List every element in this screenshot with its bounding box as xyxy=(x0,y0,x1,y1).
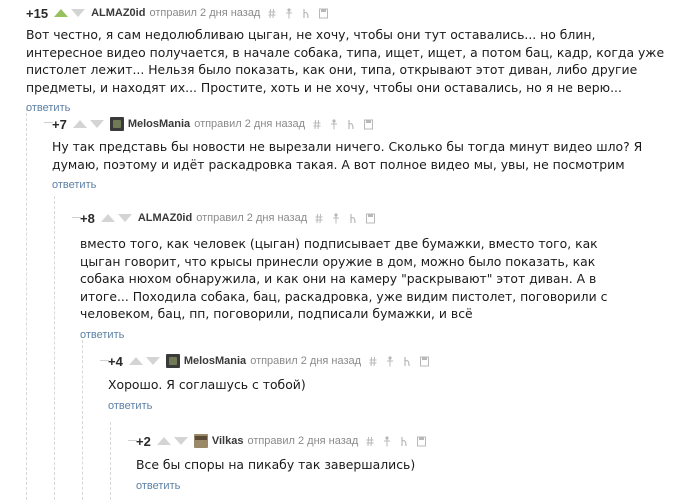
vote-down-icon[interactable] xyxy=(145,357,160,365)
pin-icon[interactable] xyxy=(383,435,391,447)
comment: +8 ALMAZ0id отправил 2 дня назад вместо … xyxy=(80,207,640,342)
reply-link[interactable]: ответить xyxy=(52,179,96,191)
pin-icon[interactable] xyxy=(330,118,338,130)
comment-header: +15 ALMAZ0id отправил 2 дня назад xyxy=(26,2,666,24)
hash-icon[interactable] xyxy=(313,119,321,130)
comment: +4 MelosMania отправил 2 дня назад Хорош… xyxy=(108,350,648,413)
comment: +15 ALMAZ0id отправил 2 дня назад Вот че… xyxy=(26,2,666,115)
hash-icon[interactable] xyxy=(369,356,377,367)
vote-up-icon[interactable] xyxy=(72,120,87,128)
avatar[interactable] xyxy=(193,434,208,448)
comment-timestamp: отправил 2 дня назад xyxy=(196,212,308,224)
comment-text: вместо того, как человек (цыган) подписы… xyxy=(80,236,608,321)
share-icon[interactable] xyxy=(400,436,408,447)
vote-down-icon[interactable] xyxy=(117,214,132,222)
comment-author[interactable]: MelosMania xyxy=(128,118,190,130)
comment-header: +4 MelosMania отправил 2 дня назад xyxy=(108,350,648,372)
thread-line xyxy=(26,108,27,500)
comment-text: Хорошо. Я соглашусь с тобой) xyxy=(108,377,306,392)
vote-up-icon[interactable] xyxy=(156,437,171,445)
share-icon[interactable] xyxy=(403,356,411,367)
reply-link[interactable]: ответить xyxy=(80,329,124,341)
save-icon[interactable] xyxy=(319,8,329,19)
share-icon[interactable] xyxy=(349,213,357,224)
comment: +7 MelosMania отправил 2 дня назад Ну та… xyxy=(52,113,652,192)
comment-header: +2 Vilkas отправил 2 дня назад xyxy=(136,430,656,452)
avatar[interactable] xyxy=(165,354,180,368)
comment-rating: +2 xyxy=(136,433,151,449)
comment-author[interactable]: Vilkas xyxy=(212,435,244,447)
save-icon[interactable] xyxy=(366,213,376,224)
pin-icon[interactable] xyxy=(332,212,340,224)
comment-text: Вот честно, я сам недолюбливаю цыган, не… xyxy=(26,27,665,95)
vote-down-icon[interactable] xyxy=(71,9,86,17)
save-icon[interactable] xyxy=(420,356,430,367)
thread-line xyxy=(54,196,55,500)
save-icon[interactable] xyxy=(417,436,427,447)
vote-up-icon[interactable] xyxy=(100,214,115,222)
comment-author[interactable]: ALMAZ0id xyxy=(91,7,145,19)
vote-up-icon[interactable] xyxy=(54,9,69,17)
hash-icon[interactable] xyxy=(366,436,374,447)
comment-timestamp: отправил 2 дня назад xyxy=(247,435,359,447)
comment-timestamp: отправил 2 дня назад xyxy=(194,118,306,130)
avatar[interactable] xyxy=(109,117,124,131)
vote-down-icon[interactable] xyxy=(173,437,188,445)
save-icon[interactable] xyxy=(364,119,374,130)
comment-author[interactable]: ALMAZ0id xyxy=(138,212,192,224)
hash-icon[interactable] xyxy=(315,213,323,224)
comment: +2 Vilkas отправил 2 дня назад Все бы сп… xyxy=(136,430,656,493)
comment-rating: +4 xyxy=(108,353,123,369)
reply-link[interactable]: ответить xyxy=(136,480,180,492)
comment-rating: +15 xyxy=(26,5,49,21)
share-icon[interactable] xyxy=(302,8,310,19)
comment-rating: +8 xyxy=(80,210,95,226)
reply-link[interactable]: ответить xyxy=(108,400,152,412)
thread-line xyxy=(82,340,83,500)
comment-header: +7 MelosMania отправил 2 дня назад xyxy=(52,113,652,135)
comment-text: Все бы споры на пикабу так завершались) xyxy=(136,457,416,472)
comment-timestamp: отправил 2 дня назад xyxy=(250,355,362,367)
comment-text: Ну так представь бы новости не вырезали … xyxy=(52,139,643,172)
thread-line xyxy=(110,422,111,500)
comment-rating: +7 xyxy=(52,116,67,132)
vote-up-icon[interactable] xyxy=(128,357,143,365)
vote-down-icon[interactable] xyxy=(89,120,104,128)
hash-icon[interactable] xyxy=(268,8,276,19)
pin-icon[interactable] xyxy=(285,7,293,19)
comment-author[interactable]: MelosMania xyxy=(184,355,246,367)
comment-timestamp: отправил 2 дня назад xyxy=(149,7,261,19)
comment-header: +8 ALMAZ0id отправил 2 дня назад xyxy=(80,207,640,229)
share-icon[interactable] xyxy=(347,119,355,130)
pin-icon[interactable] xyxy=(386,355,394,367)
